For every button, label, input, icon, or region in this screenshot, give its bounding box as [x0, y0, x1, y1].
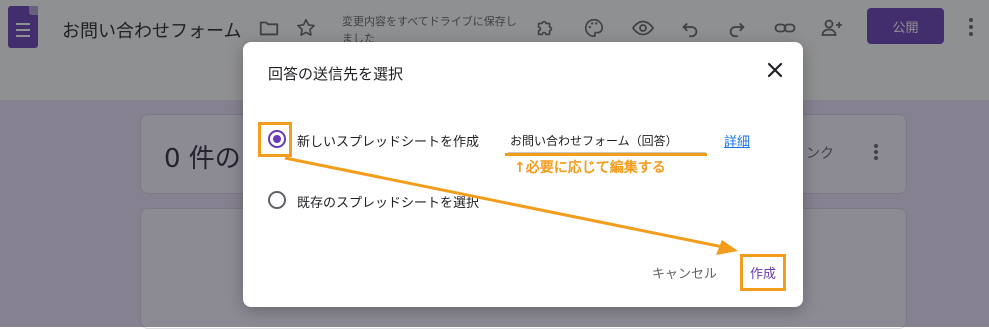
pointer-arrow	[284, 156, 738, 255]
